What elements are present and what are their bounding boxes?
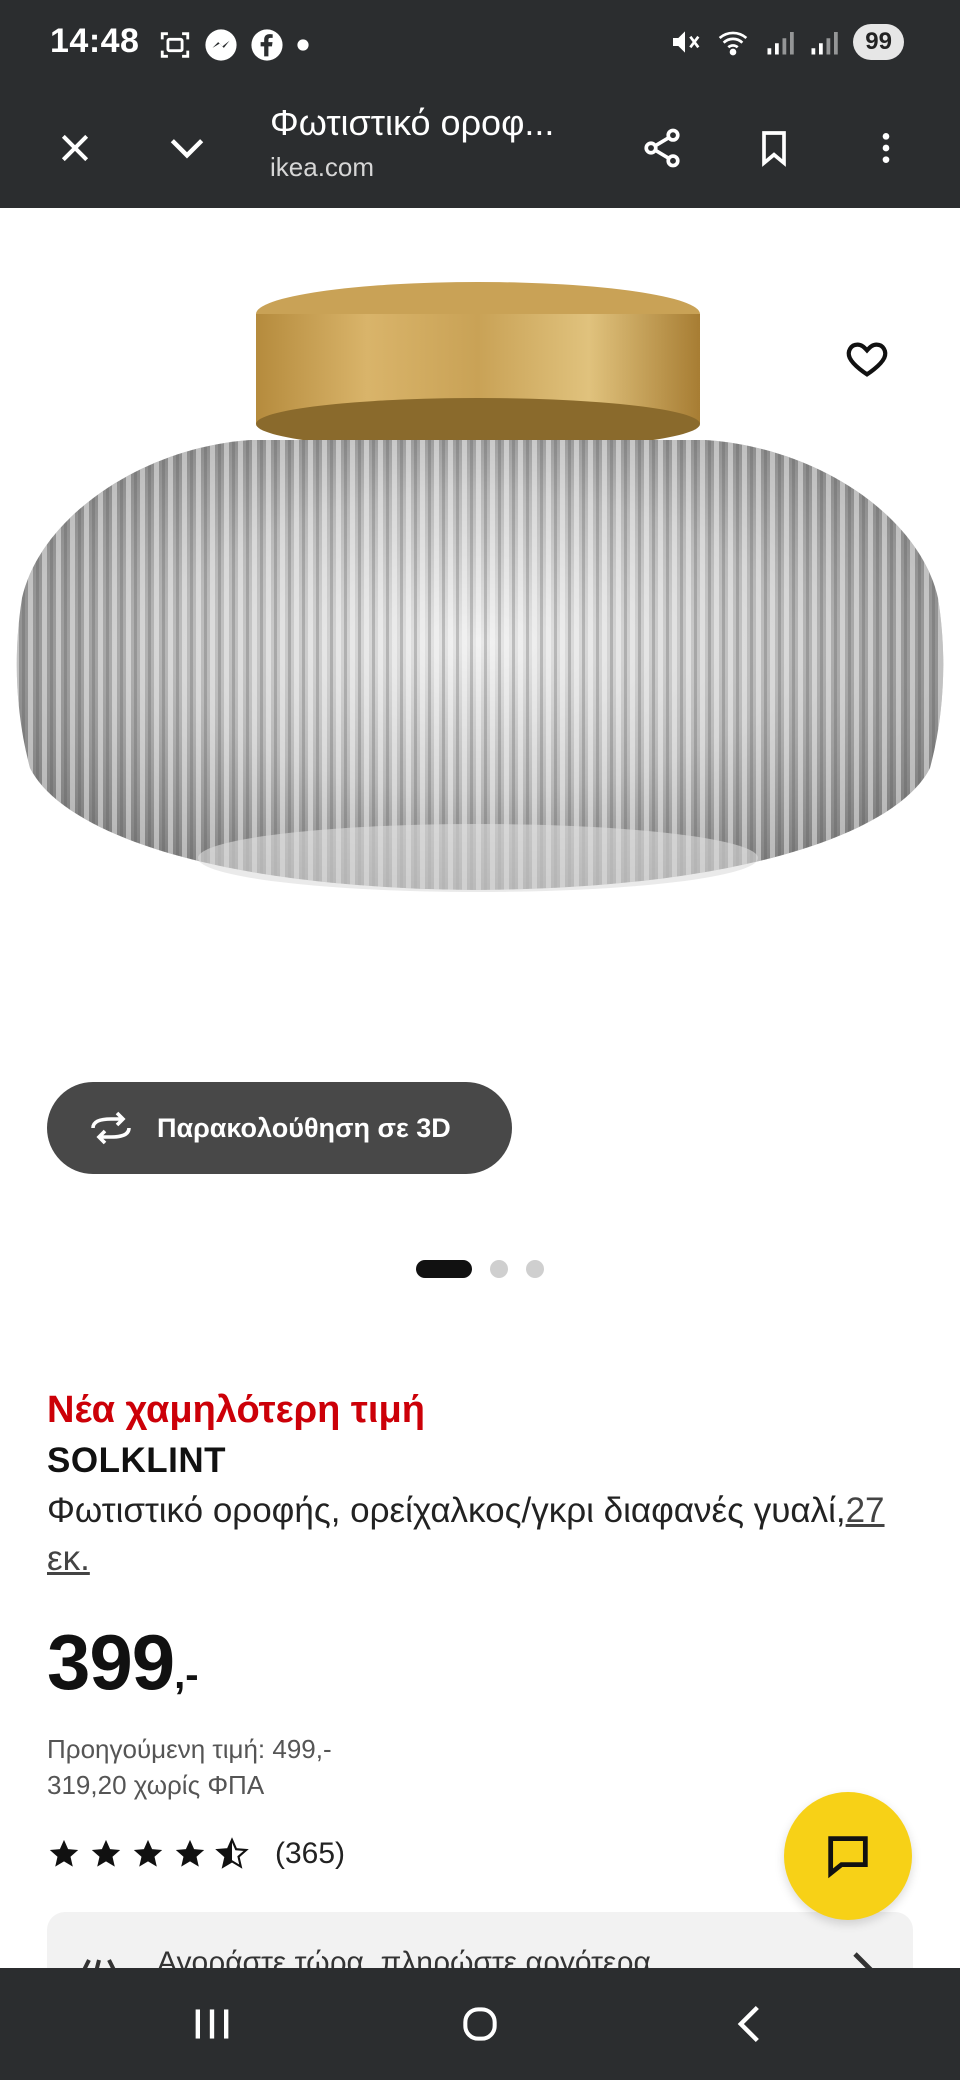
star-half-icon: [215, 1837, 249, 1869]
carousel-dot[interactable]: [416, 1260, 472, 1278]
recent-apps-button[interactable]: [172, 1994, 252, 2054]
new-lower-price-tag: Νέα χαμηλότερη τιμή: [47, 1389, 425, 1431]
carousel-indicator[interactable]: [0, 1260, 960, 1278]
status-notification-icons: [158, 28, 310, 62]
carousel-dot[interactable]: [526, 1260, 544, 1278]
bookmark-button[interactable]: [742, 116, 806, 180]
messenger-icon: [205, 29, 237, 61]
star-full-icon: [49, 1839, 79, 1867]
close-icon: [61, 134, 89, 162]
more-vert-icon: [882, 133, 890, 163]
minimize-button[interactable]: [155, 116, 219, 180]
mute-icon: [673, 31, 700, 53]
system-navigation-bar: [0, 1968, 960, 2080]
browser-toolbar: Φωτιστικό οροφ... ikea.com: [0, 90, 960, 208]
view-3d-button[interactable]: Παρακολούθηση σε 3D: [47, 1082, 512, 1174]
price-amount: 399: [47, 1618, 175, 1706]
product-info: Νέα χαμηλότερη τιμή SOLKLINT Φωτιστικό ο…: [47, 1385, 927, 1871]
status-time: 14:48: [50, 22, 140, 60]
product-description-text: Φωτιστικό οροφής, ορείχαλκος/γκρι διαφαν…: [47, 1491, 846, 1530]
home-button[interactable]: [440, 1994, 520, 2054]
close-button[interactable]: [43, 116, 107, 180]
back-button[interactable]: [710, 1994, 790, 2054]
page-domain: ikea.com: [270, 152, 375, 182]
share-button[interactable]: [630, 116, 694, 180]
page-title: Φωτιστικό οροφ...: [270, 102, 555, 143]
previous-price: Προηγούμενη τιμή: 499,-: [47, 1734, 332, 1764]
product-image: [16, 282, 944, 892]
share-icon: [644, 128, 680, 168]
chat-icon: [828, 1836, 868, 1879]
price-without-vat: 319,20 χωρίς ΦΠΑ: [47, 1770, 265, 1800]
status-bar: 14:48 99: [0, 0, 960, 90]
facebook-icon: [251, 29, 283, 61]
battery-level: 99: [853, 24, 904, 60]
chevron-down-icon: [170, 139, 204, 159]
carousel-dot[interactable]: [490, 1260, 508, 1278]
wifi-icon: [719, 31, 748, 56]
status-system-icons: 99: [669, 24, 904, 60]
product-description: Φωτιστικό οροφής, ορείχαλκος/γκρι διαφαν…: [47, 1487, 927, 1583]
product-price: 399 ,-: [47, 1621, 927, 1703]
signal-roaming-icon: [811, 32, 839, 55]
dot-icon: [297, 39, 309, 51]
product-gallery[interactable]: Παρακολούθηση σε 3D: [0, 208, 960, 1278]
rotate-3d-icon: [91, 1111, 131, 1145]
home-icon: [463, 2007, 497, 2041]
star-full-icon: [91, 1839, 121, 1867]
more-options-button[interactable]: [854, 116, 918, 180]
price-suffix: ,-: [174, 1653, 199, 1697]
view-3d-label: Παρακολούθηση σε 3D: [157, 1112, 451, 1143]
bookmark-icon: [762, 131, 786, 167]
recent-apps-icon: [195, 2009, 229, 2039]
star-full-icon: [133, 1839, 163, 1867]
product-name: SOLKLINT: [47, 1441, 226, 1480]
screenshot-icon: [160, 32, 190, 58]
review-count[interactable]: (365): [275, 1837, 345, 1871]
star-full-icon: [175, 1839, 205, 1867]
chat-button[interactable]: [784, 1792, 912, 1920]
signal-icon: [767, 32, 795, 55]
back-icon: [737, 2005, 759, 2043]
